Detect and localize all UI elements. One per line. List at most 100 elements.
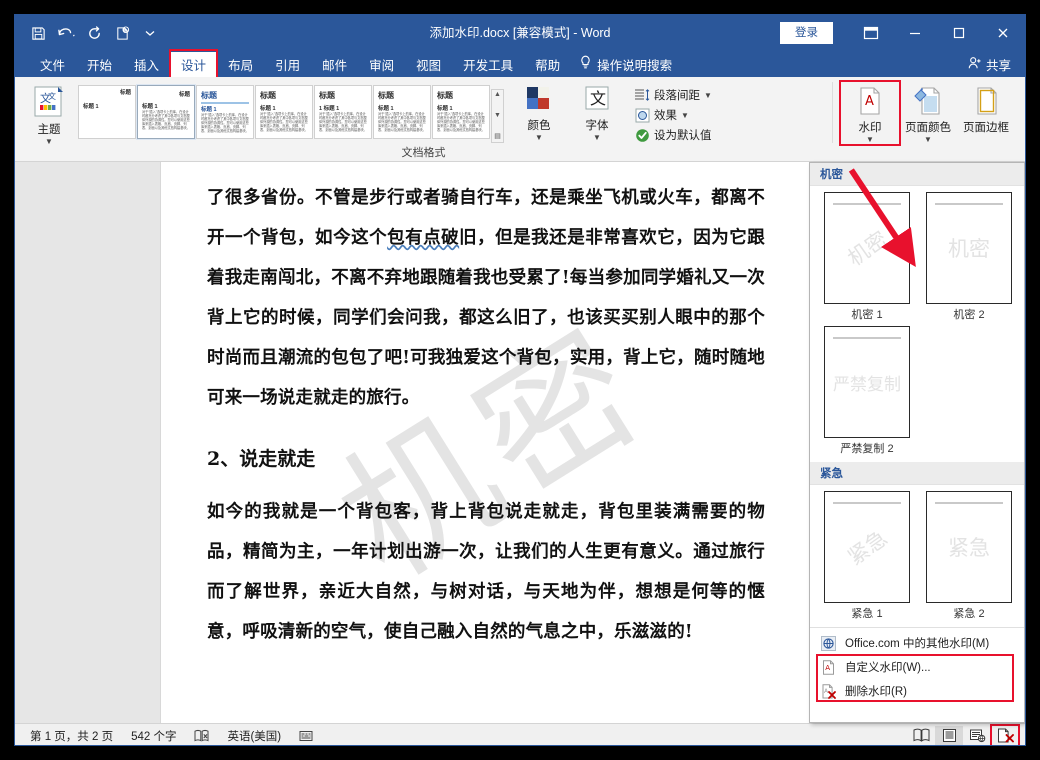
web-layout-view[interactable] [963,726,991,746]
watermark-button[interactable]: A 水印 ▼ [839,80,901,146]
tell-me-search[interactable]: 操作说明搜索 [579,55,672,74]
tab-design[interactable]: 设计 [169,48,219,81]
style-set-item[interactable]: 标题 标题 1 [78,85,136,139]
status-bar: 第 1 页，共 2 页 542 个字 英语(美国) [15,723,1025,746]
document-paragraph-2: 如今的我就是一个背包客，背上背包说走就走，背包里装满需要的物品，精简为主，一年计… [207,502,765,642]
proofing-errors-icon[interactable] [185,729,218,743]
tab-home[interactable]: 开始 [76,52,123,77]
tab-help[interactable]: 帮助 [524,52,571,77]
page-color-caret-icon[interactable]: ▼ [924,136,932,144]
watermark-item-urgent-1[interactable]: 紧急 紧急 1 [820,491,914,621]
style-set-item-sample: 对于“插入”选项卡上的库，在设计时都充分考虑了其中各项与文档整体外观的协调性。您… [201,113,249,133]
paragraph-1-part-b: 旧，但是我还是非常喜欢它，因为它跟着我走南闯北，不离不弃地跟随着我也受累了!每当… [207,228,765,408]
theme-fonts-caret-icon[interactable]: ▼ [593,134,601,142]
themes-button[interactable]: 文 文 主题 ▼ [20,83,78,146]
style-set-item[interactable]: 标题 1 标题 1 对于“插入”选项卡上的库，在设计时都充分考虑了其中各项与文档… [314,85,372,139]
themes-caret-icon[interactable]: ▼ [45,138,53,146]
paragraph-spacing-button[interactable]: 段落间距 ▼ [632,86,716,104]
more-watermarks-from-office-com[interactable]: Office.com 中的其他水印(M) [810,631,1024,655]
theme-fonts-button[interactable]: 文 字体 ▼ [568,83,626,142]
share-person-icon [968,56,982,73]
group-page-background: A 水印 ▼ 页面颜色 ▼ 页面边框 [833,77,1025,161]
workspace: 机密 了很多省份。不管是步行或者骑自行车，还是乘坐飞机或火车，都离不开一个背包，… [15,162,1025,723]
ribbon-display-options-icon[interactable] [849,15,893,51]
style-set-item-heading: 标题 1 [437,106,453,112]
ribbon: 文 文 主题 ▼ 标题 标题 1 标题 标题 1 对于“插入”选项卡上的库，在设… [15,77,1025,162]
watermark-item-caption: 紧急 1 [851,608,883,620]
remove-watermark-menu-item[interactable]: A 删除水印(R) [810,679,1024,703]
watermark-label: 水印 [858,122,882,134]
gallery-scroll-down-icon[interactable]: ▼ [494,111,501,121]
watermark-item-do-not-copy-2[interactable]: 严禁复制 严禁复制 2 [820,326,914,456]
save-icon[interactable] [25,21,51,45]
style-set-item[interactable]: 标题 标题 1 对于“插入”选项卡上的库，在设计时都充分考虑了其中各项与文档整体… [196,85,254,139]
style-set-item-sample: 对于“插入”选项卡上的库，在设计时都充分考虑了其中各项与文档整体外观的协调性。您… [142,110,190,130]
custom-watermark-label: 自定义水印(W)... [845,662,931,674]
page-color-button[interactable]: 页面颜色 ▼ [899,83,957,144]
theme-colors-caret-icon[interactable]: ▼ [535,134,543,142]
read-mode-view[interactable] [907,726,935,746]
tab-layout[interactable]: 布局 [217,52,264,77]
undo-icon[interactable] [53,21,79,45]
tab-view[interactable]: 视图 [405,52,452,77]
page-borders-label: 页面边框 [963,122,1009,134]
document-page[interactable]: 机密 了很多省份。不管是步行或者骑自行车，还是乘坐飞机或火车，都离不开一个背包，… [161,162,811,723]
effects-button[interactable]: 效果 ▼ [632,106,716,124]
tab-review[interactable]: 审阅 [358,52,405,77]
watermark-item-caption: 机密 2 [953,309,985,321]
style-set-item-sample: 对于“插入”选项卡上的库，在设计时都充分考虑了其中各项与文档整体外观的协调性。您… [378,112,426,132]
effects-caret-icon[interactable]: ▼ [681,111,689,120]
style-set-item-heading: 标题 1 [378,106,394,112]
redo-icon[interactable] [81,21,107,45]
page-indicator[interactable]: 第 1 页，共 2 页 [21,728,122,744]
group-page-background-label [833,145,1025,161]
set-as-default-label: 设为默认值 [654,130,712,142]
theme-colors-button[interactable]: 颜色 ▼ [510,83,568,142]
watermark-item-confidential-1[interactable]: 机密 机密 1 [820,192,914,322]
touch-mode-icon[interactable] [109,21,135,45]
tab-developer[interactable]: 开发工具 [452,52,524,77]
share-button[interactable]: 共享 [968,55,1011,74]
gallery-scroll[interactable]: ▲ ▼ ▤ [491,89,504,143]
style-set-item-heading: 标题 1 [260,106,276,112]
page-borders-button[interactable]: 页面边框 [957,83,1015,135]
style-set-item[interactable]: 标题 标题 1 对于“插入”选项卡上的库，在设计时都充分考虑了其中各项与文档整体… [432,85,490,139]
watermark-caret-icon[interactable]: ▼ [866,136,874,144]
watermark-item-urgent-2[interactable]: 紧急 紧急 2 [922,491,1016,621]
word-window: 添加水印.docx [兼容模式] - Word 登录 文件 开始 插入 设计 布… [14,14,1026,746]
customize-qat-icon[interactable] [137,21,163,45]
style-set-item[interactable]: 标题 标题 1 对于“插入”选项卡上的库，在设计时都充分考虑了其中各项与文档整体… [373,85,431,139]
set-as-default-button[interactable]: 设为默认值 [632,126,716,144]
tab-insert[interactable]: 插入 [123,52,170,77]
language-indicator[interactable]: 英语(美国) [218,728,290,744]
word-count[interactable]: 542 个字 [122,728,185,744]
close-button[interactable] [981,15,1025,51]
gallery-more-icon[interactable]: ▤ [494,132,501,142]
gallery-scroll-up-icon[interactable]: ▲ [494,90,501,100]
watermark-thumb-text: 机密 [948,237,990,261]
office-online-icon [820,635,836,651]
accessibility-icon[interactable] [290,729,322,743]
quick-access-toolbar [15,21,163,45]
paragraph-spacing-caret-icon[interactable]: ▼ [704,91,712,100]
watermark-confidential-grid: 机密 机密 1 机密 机密 2 严禁复制 严禁复制 2 [810,186,1024,462]
maximize-button[interactable] [937,15,981,51]
tab-references[interactable]: 引用 [264,52,311,77]
theme-fonts-label: 字体 [585,120,609,132]
title-bar-right: 登录 [780,15,1025,51]
group-document-formatting: 文 文 主题 ▼ 标题 标题 1 标题 标题 1 对于“插入”选项卡上的库，在设… [15,77,832,161]
style-set-gallery: 标题 标题 1 标题 标题 1 对于“插入”选项卡上的库，在设计时都充分考虑了其… [78,81,504,143]
watermark-thumb-text: 紧急 [843,525,892,570]
tab-mailings[interactable]: 邮件 [311,52,358,77]
watermark-item-caption: 机密 1 [851,309,883,321]
close-preview-view[interactable] [990,723,1020,745]
watermark-item-confidential-2[interactable]: 机密 机密 2 [922,192,1016,322]
sign-in-button[interactable]: 登录 [780,22,833,44]
custom-watermark-menu-item[interactable]: A 自定义水印(W)... [810,655,1024,679]
minimize-button[interactable] [893,15,937,51]
style-set-item[interactable]: 标题 标题 1 对于“插入”选项卡上的库，在设计时都充分考虑了其中各项与文档整体… [255,85,313,139]
style-set-item-heading: 标题 1 [83,104,99,110]
tab-file[interactable]: 文件 [29,52,76,77]
style-set-item[interactable]: 标题 标题 1 对于“插入”选项卡上的库，在设计时都充分考虑了其中各项与文档整体… [136,84,196,140]
print-layout-view[interactable] [935,725,963,745]
